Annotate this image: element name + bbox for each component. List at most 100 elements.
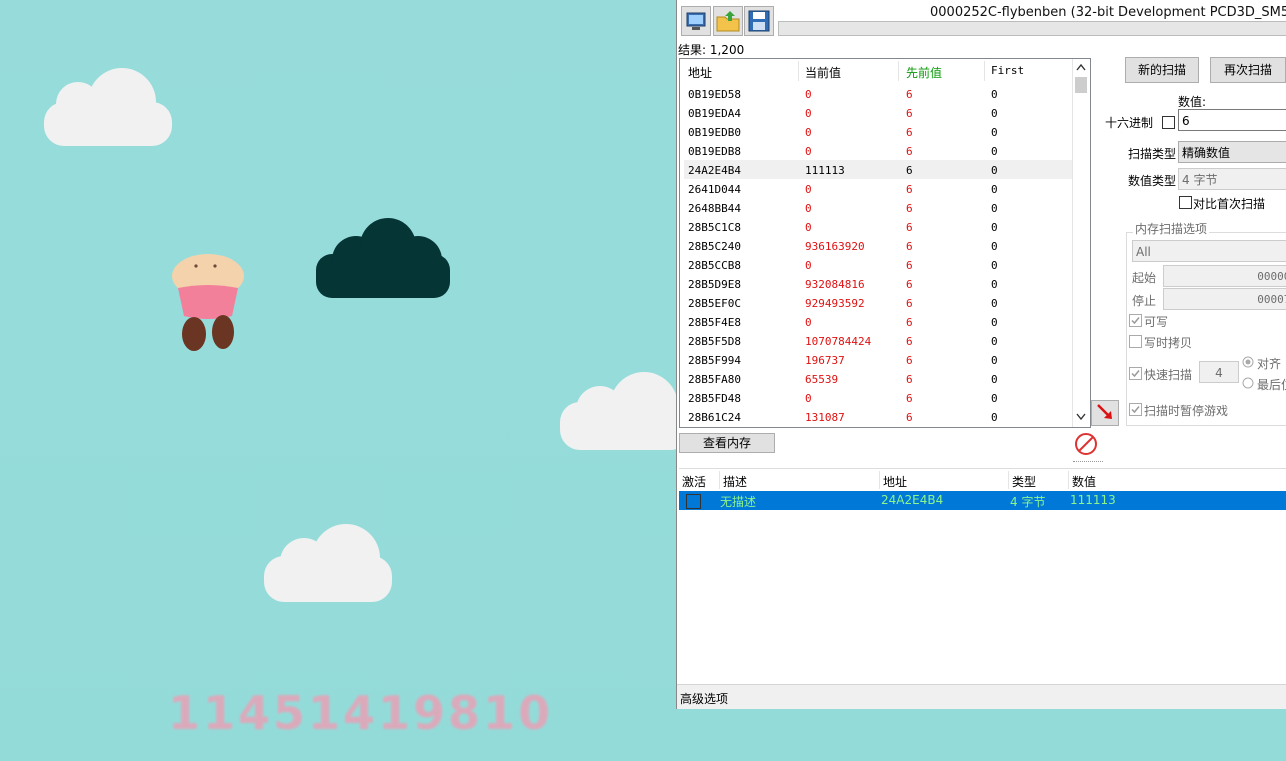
cell-addr: 28B5FD48: [688, 392, 741, 405]
address-list[interactable]: 激活 描述 地址 类型 数值 无描述 24A2E4B4 4 字节 111113: [679, 468, 1286, 685]
stop-scan-button[interactable]: [1074, 432, 1098, 456]
cloud-right: [560, 372, 676, 450]
cell-first: 0: [991, 126, 998, 139]
view-memory-button[interactable]: 查看内存: [679, 433, 775, 453]
fast-scan-checkbox[interactable]: [1129, 367, 1142, 380]
cheat-engine-window: 0000252C-flybenben (32-bit Development P…: [676, 0, 1286, 709]
cell-prev: 6: [906, 164, 913, 177]
col-value[interactable]: 数值: [1072, 473, 1096, 490]
cell-prev: 6: [906, 354, 913, 367]
cell-cur: 0: [805, 88, 812, 101]
compare-first-checkbox[interactable]: [1179, 196, 1192, 209]
list-item[interactable]: 28B5F4E8 0 6 0: [684, 312, 1072, 331]
check-icon: [1131, 406, 1140, 414]
list-item[interactable]: 28B5FA80 65539 6 0: [684, 369, 1072, 388]
scan-results-scrollbar[interactable]: [1072, 59, 1090, 427]
cell-addr: 0B19EDB8: [688, 145, 741, 158]
scan-results-list[interactable]: 地址 当前值 先前值 First 0B19ED58 0 6 0 0B19EDA4 0 6 0 0…: [679, 58, 1091, 428]
memory-region-select[interactable]: All: [1132, 240, 1286, 262]
col-first[interactable]: First: [991, 64, 1024, 77]
cell-cur: 0: [805, 259, 812, 272]
cell-cur: 0: [805, 107, 812, 120]
cell-first: 0: [991, 240, 998, 253]
select-process-button[interactable]: [681, 6, 711, 36]
add-to-list-button[interactable]: [1091, 400, 1119, 426]
cell-cur: 0: [805, 183, 812, 196]
splitter-grip[interactable]: [1073, 461, 1103, 465]
list-item[interactable]: 0B19EDA4 0 6 0: [684, 103, 1072, 122]
list-item[interactable]: 0B19EDB0 0 6 0: [684, 122, 1072, 141]
copy-on-write-label: 写时拷贝: [1144, 336, 1193, 350]
col-type[interactable]: 类型: [1012, 473, 1036, 490]
cell-cur: 0: [805, 392, 812, 405]
copy-on-write-checkbox[interactable]: [1129, 335, 1142, 348]
cell-first: 0: [991, 145, 998, 158]
list-item[interactable]: 28B5F994 196737 6 0: [684, 350, 1072, 369]
cell-addr: 0B19EDB0: [688, 126, 741, 139]
list-item[interactable]: 28B5F5D8 1070784424 6 0: [684, 331, 1072, 350]
address-list-row[interactable]: 无描述 24A2E4B4 4 字节 111113: [679, 491, 1286, 510]
value-input[interactable]: 6: [1178, 109, 1286, 131]
value-label: 数值:: [1178, 95, 1207, 109]
col-description[interactable]: 描述: [723, 473, 747, 490]
col-address[interactable]: 地址: [688, 64, 712, 81]
scan-type-select[interactable]: 精确数值: [1178, 141, 1286, 163]
stop-address-label: 停止: [1132, 294, 1157, 308]
value-type-select[interactable]: 4 字节: [1178, 168, 1286, 190]
list-item[interactable]: 0B19ED58 0 6 0: [684, 84, 1072, 103]
cloud-bottom: [264, 524, 392, 602]
list-item[interactable]: 28B5D9E8 932084816 6 0: [684, 274, 1072, 293]
cell-first: 0: [991, 164, 998, 177]
cell-cur: 0: [805, 126, 812, 139]
list-item[interactable]: 28B5EF0C 929493592 6 0: [684, 293, 1072, 312]
fast-scan-input[interactable]: 4: [1199, 361, 1239, 383]
hex-checkbox[interactable]: [1162, 116, 1175, 129]
cell-addr: 28B5F994: [688, 354, 741, 367]
title-bar: 0000252C-flybenben (32-bit Development P…: [677, 0, 1286, 38]
pause-game-checkbox[interactable]: [1129, 403, 1142, 416]
list-item[interactable]: 2641D044 0 6 0: [684, 179, 1072, 198]
col-previous-value[interactable]: 先前值: [906, 64, 942, 81]
writable-checkbox[interactable]: [1129, 314, 1142, 327]
cell-prev: 6: [906, 335, 913, 348]
start-address-input[interactable]: 000000: [1163, 265, 1286, 287]
cell-first: 0: [991, 354, 998, 367]
save-file-button[interactable]: [744, 6, 774, 36]
cell-cur: 0: [805, 316, 812, 329]
align-radio[interactable]: [1242, 356, 1254, 368]
list-item[interactable]: 24A2E4B4 111113 6 0: [684, 160, 1072, 179]
list-item[interactable]: 28B5FD48 0 6 0: [684, 388, 1072, 407]
scan-type-label: 扫描类型: [1128, 147, 1177, 161]
cancel-icon: [1075, 433, 1097, 455]
list-item[interactable]: 28B5C240 936163920 6 0: [684, 236, 1072, 255]
cell-cur: 932084816: [805, 278, 865, 291]
cell-first: 0: [991, 316, 998, 329]
cell-addr: 28B5C240: [688, 240, 741, 253]
list-item[interactable]: 0B19EDB8 0 6 0: [684, 141, 1072, 160]
open-file-button[interactable]: [713, 6, 743, 36]
scroll-down-icon[interactable]: [1076, 413, 1086, 421]
advanced-options-button[interactable]: 高级选项: [680, 690, 728, 707]
col-address[interactable]: 地址: [883, 473, 907, 490]
col-active[interactable]: 激活: [682, 473, 706, 490]
scroll-thumb[interactable]: [1075, 77, 1087, 93]
pause-game-label: 扫描时暂停游戏: [1144, 404, 1229, 418]
list-item[interactable]: 2648BB44 0 6 0: [684, 198, 1072, 217]
list-item[interactable]: 28B61C24 131087 6 0: [684, 407, 1072, 426]
cell-first: 0: [991, 88, 998, 101]
stop-address-input[interactable]: 00007f: [1163, 288, 1286, 310]
cell-prev: 6: [906, 259, 913, 272]
new-scan-button[interactable]: 新的扫描: [1125, 57, 1199, 83]
next-scan-button[interactable]: 再次扫描: [1210, 57, 1286, 83]
active-checkbox[interactable]: [686, 494, 701, 509]
cell-addr: 28B5F4E8: [688, 316, 741, 329]
cell-first: 0: [991, 183, 998, 196]
computer-icon: [686, 12, 706, 30]
last-digits-radio[interactable]: [1242, 377, 1254, 389]
list-item[interactable]: 28B5CCB8 0 6 0: [684, 255, 1072, 274]
cell-cur: 1070784424: [805, 335, 872, 348]
list-item[interactable]: 28B5C1C8 0 6 0: [684, 217, 1072, 236]
col-current-value[interactable]: 当前值: [805, 64, 841, 81]
scroll-up-icon[interactable]: [1076, 63, 1086, 71]
row-address: 24A2E4B4: [881, 493, 944, 507]
